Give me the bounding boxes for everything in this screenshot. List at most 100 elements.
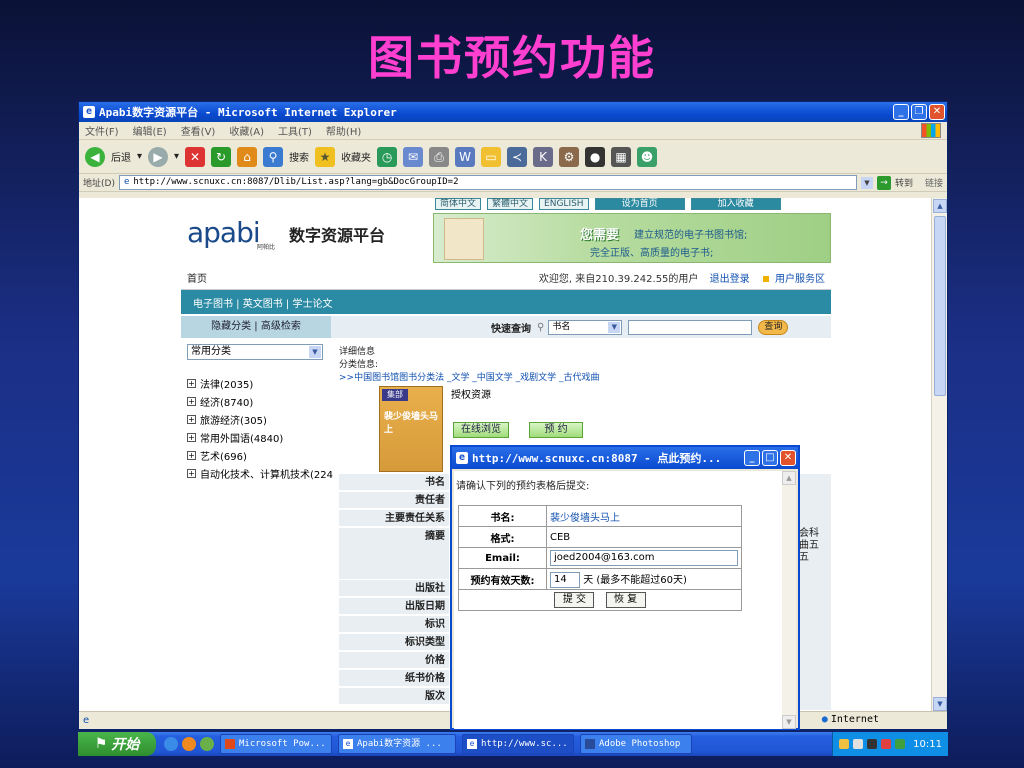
tray-icon[interactable]: [853, 739, 864, 749]
menu-view[interactable]: 查看(V): [181, 123, 216, 138]
popup-scroll-up-icon[interactable]: ▲: [782, 471, 796, 485]
lang-english[interactable]: ENGLISH: [539, 198, 589, 210]
forward-dropdown-icon[interactable]: ▾: [174, 151, 179, 162]
forward-arrow-icon[interactable]: ▶: [148, 146, 169, 167]
expand-icon[interactable]: +: [187, 396, 196, 406]
people-icon[interactable]: ☻: [637, 146, 658, 167]
maximize-button[interactable]: ❐: [911, 104, 927, 120]
banner[interactable]: 您需要 建立规范的电子书图书馆; 完全正版、高质量的电子书;: [433, 213, 831, 263]
address-dropdown-icon[interactable]: ▼: [860, 176, 873, 189]
history-icon[interactable]: ◷: [377, 146, 398, 167]
tray-icon[interactable]: [867, 739, 878, 749]
expand-icon[interactable]: +: [187, 432, 196, 442]
edit-icon[interactable]: W: [455, 146, 476, 167]
menu-file[interactable]: 文件(F): [85, 123, 119, 138]
lang-simplified[interactable]: 简体中文: [435, 198, 482, 210]
category-item[interactable]: + 经济(8740): [187, 392, 337, 410]
category-item[interactable]: + 艺术(696): [187, 446, 337, 464]
set-homepage-button[interactable]: 设为首页: [594, 198, 685, 210]
search-icon[interactable]: ⚲: [263, 146, 284, 167]
category-item[interactable]: + 自动化技术、计算机技术(224: [187, 464, 337, 482]
ie-titlebar[interactable]: e Apabi数字资源平台 - Microsoft Internet Explo…: [79, 102, 947, 122]
task-apabi[interactable]: e Apabi数字资源 ...: [338, 734, 456, 754]
home-icon[interactable]: ⌂: [237, 146, 258, 167]
email-field[interactable]: joed2004@163.com: [550, 550, 738, 566]
desktop-quicklaunch-icon[interactable]: [200, 737, 214, 751]
category-item[interactable]: + 法律(2035): [187, 374, 337, 392]
expand-icon[interactable]: +: [187, 378, 196, 388]
go-arrow-icon[interactable]: →: [876, 175, 891, 190]
add-favorite-button[interactable]: 加入收藏: [690, 198, 781, 210]
menu-tools[interactable]: 工具(T): [278, 123, 312, 138]
lang-traditional[interactable]: 繁體中文: [487, 198, 534, 210]
reset-button[interactable]: 恢 复: [605, 592, 646, 608]
popup-titlebar[interactable]: e http://www.scnuxc.cn:8087 - 点此预约... _ …: [452, 447, 798, 469]
go-button[interactable]: 转到: [895, 176, 913, 189]
scroll-thumb[interactable]: [934, 216, 946, 396]
search-button[interactable]: 查询: [758, 319, 789, 335]
category-tabs[interactable]: 隐藏分类 | 高级检索: [181, 316, 331, 338]
home-link[interactable]: 首页: [187, 270, 207, 285]
submit-button[interactable]: 提 交: [554, 592, 595, 608]
qq-icon[interactable]: ●: [585, 146, 606, 167]
menu-help[interactable]: 帮助(H): [326, 123, 361, 138]
popup-scrollbar[interactable]: ▲ ▼: [782, 471, 796, 729]
address-input[interactable]: e http://www.scnuxc.cn:8087/Dlib/List.as…: [118, 175, 857, 190]
search-input[interactable]: [628, 319, 753, 335]
category-select[interactable]: 常用分类: [187, 344, 323, 360]
stop-icon[interactable]: ✕: [185, 146, 206, 167]
nav-bar[interactable]: 电子图书 | 英文图书 | 学士论文: [181, 290, 831, 314]
task-powerpoint[interactable]: Microsoft Pow...: [220, 734, 332, 754]
user-area-link[interactable]: 用户服务区: [775, 274, 825, 285]
popup-minimize-button[interactable]: _: [744, 450, 760, 466]
format-label: 格式:: [458, 526, 547, 548]
class-path-link[interactable]: >>中国图书馆图书分类法 _文学 _中国文学 _戏剧文学 _古代戏曲: [339, 370, 831, 383]
scroll-down-icon[interactable]: ▼: [933, 697, 947, 711]
back-label[interactable]: 后退: [111, 149, 131, 164]
category-item[interactable]: + 旅游经济(305): [187, 410, 337, 428]
expand-icon[interactable]: +: [187, 414, 196, 424]
category-item[interactable]: + 常用外国语(4840): [187, 428, 337, 446]
refresh-icon[interactable]: ↻: [211, 146, 232, 167]
task-photoshop[interactable]: Adobe Photoshop: [580, 734, 692, 754]
back-dropdown-icon[interactable]: ▾: [137, 151, 142, 162]
media-quicklaunch-icon[interactable]: [182, 737, 196, 751]
tray-icon[interactable]: [895, 739, 906, 749]
folder-icon[interactable]: ▭: [481, 146, 502, 167]
days-field[interactable]: 14: [550, 571, 580, 588]
menu-favorites[interactable]: 收藏(A): [229, 123, 264, 138]
mail-icon[interactable]: ✉: [403, 146, 424, 167]
tray-icon[interactable]: [881, 739, 892, 749]
expand-icon[interactable]: +: [187, 468, 196, 478]
minimize-button[interactable]: _: [893, 104, 909, 120]
online-browse-button[interactable]: 在线浏览: [453, 422, 509, 438]
ie-quicklaunch-icon[interactable]: [164, 737, 178, 751]
task-popup[interactable]: e http://www.sc...: [462, 734, 574, 754]
expand-icon[interactable]: +: [187, 450, 196, 460]
grid-icon[interactable]: ▦: [611, 146, 632, 167]
favorites-star-icon[interactable]: ★: [315, 146, 336, 167]
close-button[interactable]: ✕: [929, 104, 945, 120]
popup-close-button[interactable]: ✕: [780, 450, 796, 466]
popup-scroll-down-icon[interactable]: ▼: [782, 715, 796, 729]
apabi-logo[interactable]: apabi: [187, 216, 261, 249]
field-label: 责任者: [339, 492, 449, 509]
page-scrollbar[interactable]: ▲ ▼: [931, 198, 947, 712]
logout-link[interactable]: 退出登录: [710, 274, 750, 285]
favorites-label[interactable]: 收藏夹: [341, 149, 371, 164]
print-icon[interactable]: ⎙: [429, 146, 450, 167]
search-label[interactable]: 搜索: [289, 149, 309, 164]
links-label[interactable]: 链接: [925, 176, 943, 189]
start-button[interactable]: ⚑ 开始: [78, 732, 156, 756]
search-field-select[interactable]: 书名: [548, 319, 623, 335]
popup-maximize-button[interactable]: □: [762, 450, 778, 466]
menu-edit[interactable]: 编辑(E): [133, 123, 167, 138]
tray-icon[interactable]: [839, 739, 850, 749]
scroll-up-icon[interactable]: ▲: [933, 199, 947, 213]
tool-icon[interactable]: ⚙: [559, 146, 580, 167]
book-cover[interactable]: 集部 裴少俊墙头马上: [379, 386, 443, 472]
k-icon[interactable]: K: [533, 146, 554, 167]
messenger-icon[interactable]: ≺: [507, 146, 528, 167]
reserve-button[interactable]: 预 约: [529, 422, 583, 438]
back-arrow-icon[interactable]: ◀: [85, 146, 105, 167]
